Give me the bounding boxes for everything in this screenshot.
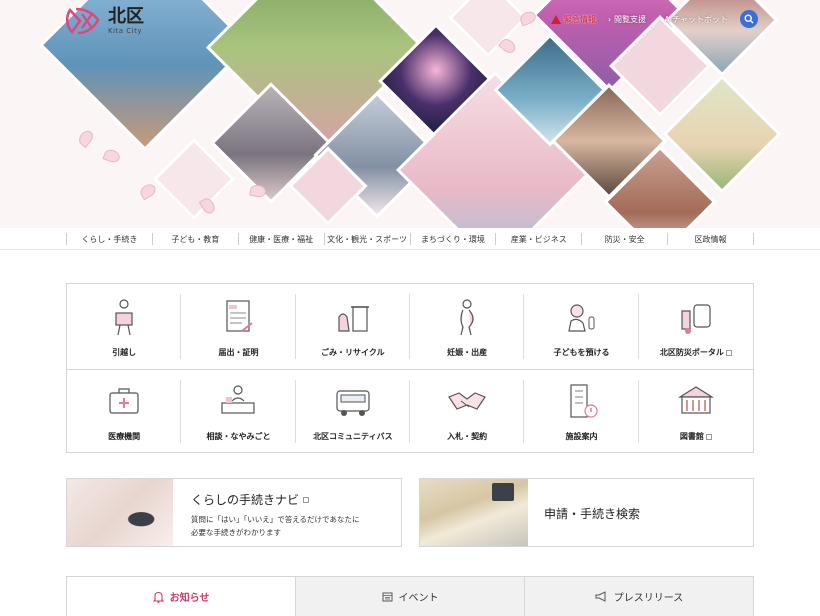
quick-link-label: 妊娠・出産 — [447, 348, 488, 357]
quick-link-label: 北区防災ポータル — [660, 347, 732, 358]
quick-link-bidding[interactable]: 入札・契約 — [410, 369, 525, 453]
quick-links-grid: 引越し 届出・証明 ごみ・リサイクル 妊娠・出産 子どもを預ける 北区防災ポータ… — [66, 283, 754, 453]
petal-decoration — [76, 128, 96, 148]
quick-link-label: 図書館 — [680, 431, 712, 442]
external-link-icon — [705, 433, 712, 440]
moving-person-icon — [115, 299, 133, 336]
description-line: 必要な手続きがわかります — [191, 528, 281, 537]
quick-link-garbage[interactable]: ごみ・リサイクル — [296, 284, 411, 369]
nav-item-town[interactable]: まちづくり・環境 — [409, 233, 496, 245]
tab-label: プレスリリース — [613, 593, 684, 604]
documents-photo — [420, 479, 528, 546]
application-search-banner[interactable]: 申請・手続き検索 — [419, 478, 754, 547]
chevron-right-icon: › — [658, 14, 662, 24]
quick-link-label: 子どもを預ける — [553, 348, 610, 357]
nav-item-living[interactable]: くらし・手続き — [66, 233, 152, 245]
news-tabs: お知らせ イベント プレスリリース — [66, 576, 754, 616]
tab-press-release[interactable]: プレスリリース — [524, 577, 753, 616]
procedure-navi-description: 質問に「はい」「いいえ」で答えるだけであなたに 必要な手続きがわかります — [191, 513, 359, 539]
hero-banner: 北区 Kita City 緊急情報 › 閲覧支援 › AIチャットボット — [0, 0, 820, 228]
quick-link-label: 北区コミュニティバス — [313, 432, 393, 441]
logo-subtitle: Kita City — [108, 27, 143, 35]
quick-link-label: 届出・証明 — [218, 348, 259, 357]
quick-link-facilities[interactable]: 施設案内 — [524, 369, 639, 453]
quick-link-text: 図書館 — [679, 432, 704, 441]
baby-icon — [568, 304, 595, 332]
nav-item-children[interactable]: 子ども・教育 — [151, 233, 238, 245]
quick-link-label: 医療機関 — [108, 432, 141, 441]
petal-decoration — [102, 147, 122, 165]
smartphone-photo — [67, 479, 173, 546]
nav-item-business[interactable]: 産業・ビジネス — [495, 233, 581, 245]
nav-item-safety[interactable]: 防災・安全 — [581, 233, 667, 245]
procedure-navi-title-text: くらしの手続きナビ — [191, 493, 300, 507]
site-logo[interactable]: 北区 Kita City — [64, 6, 144, 36]
nav-item-health[interactable]: 健康・医療・福祉 — [237, 233, 324, 245]
bus-icon — [336, 390, 370, 416]
quick-link-childcare[interactable]: 子どもを預ける — [524, 284, 639, 369]
pregnancy-icon — [460, 299, 474, 336]
kita-logo-icon — [66, 7, 100, 35]
ai-chatbot-link[interactable]: › AIチャットボット — [658, 14, 728, 25]
quick-link-consultation[interactable]: 相談・なやみごと — [181, 369, 296, 453]
calendar-icon — [382, 592, 392, 602]
library-icon — [677, 386, 714, 414]
bell-icon — [152, 591, 164, 603]
petal-decoration — [138, 181, 158, 201]
quick-link-medical[interactable]: 医療機関 — [67, 369, 182, 453]
emergency-kit-icon — [681, 304, 711, 334]
external-link-icon — [303, 496, 310, 503]
facility-building-icon — [570, 384, 599, 418]
quick-link-label: ごみ・リサイクル — [321, 348, 385, 357]
quick-link-library[interactable]: 図書館 — [638, 369, 753, 453]
accessibility-link[interactable]: › 閲覧支援 — [608, 14, 646, 25]
accessibility-label: 閲覧支援 — [614, 14, 647, 24]
trash-bin-icon — [338, 306, 369, 332]
document-icon — [226, 300, 254, 332]
emergency-info-link[interactable]: 緊急情報 — [550, 14, 596, 25]
global-nav: くらし・手続き 子ども・教育 健康・医療・福祉 文化・観光・スポーツ まちづくり… — [0, 228, 820, 250]
warning-icon — [550, 14, 561, 24]
chevron-right-icon: › — [607, 14, 612, 24]
search-icon — [744, 14, 754, 24]
quick-link-disaster-portal[interactable]: 北区防災ポータル — [639, 284, 753, 369]
quick-link-label: 引越し — [112, 348, 137, 357]
quick-link-certificate[interactable]: 届出・証明 — [181, 284, 296, 369]
emergency-label: 緊急情報 — [563, 14, 596, 24]
utility-nav: 緊急情報 › 閲覧支援 › AIチャットボット — [550, 10, 758, 28]
description-line: 質問に「はい」「いいえ」で答えるだけであなたに — [191, 515, 360, 524]
logo-title: 北区 — [108, 6, 144, 27]
megaphone-icon — [595, 591, 606, 602]
tab-label: お知らせ — [169, 593, 210, 604]
quick-link-label: 施設案内 — [565, 432, 598, 441]
medical-bag-icon — [109, 388, 139, 414]
procedure-navi-title: くらしの手続きナビ — [191, 491, 359, 508]
external-link-icon — [725, 349, 732, 356]
procedure-navi-banner[interactable]: くらしの手続きナビ 質問に「はい」「いいえ」で答えるだけであなたに 必要な手続き… — [66, 478, 402, 547]
nav-item-government[interactable]: 区政情報 — [667, 233, 754, 245]
tab-label: イベント — [398, 593, 439, 604]
application-search-title: 申請・手続き検索 — [544, 507, 641, 521]
quick-link-pregnancy[interactable]: 妊娠・出産 — [410, 284, 525, 369]
tab-news[interactable]: お知らせ — [67, 577, 295, 616]
search-button[interactable] — [740, 10, 758, 28]
nav-item-culture[interactable]: 文化・観光・スポーツ — [323, 233, 410, 245]
handshake-icon — [448, 392, 487, 410]
consultation-desk-icon — [221, 385, 256, 414]
quick-link-label: 入札・契約 — [447, 432, 488, 441]
quick-link-community-bus[interactable]: 北区コミュニティバス — [295, 369, 411, 453]
tab-events[interactable]: イベント — [295, 577, 524, 616]
quick-link-label: 相談・なやみごと — [206, 432, 271, 441]
quick-link-text: 北区防災ポータル — [659, 348, 724, 357]
ai-chatbot-label: AIチャットボット — [664, 14, 728, 24]
quick-link-moving[interactable]: 引越し — [67, 284, 182, 369]
